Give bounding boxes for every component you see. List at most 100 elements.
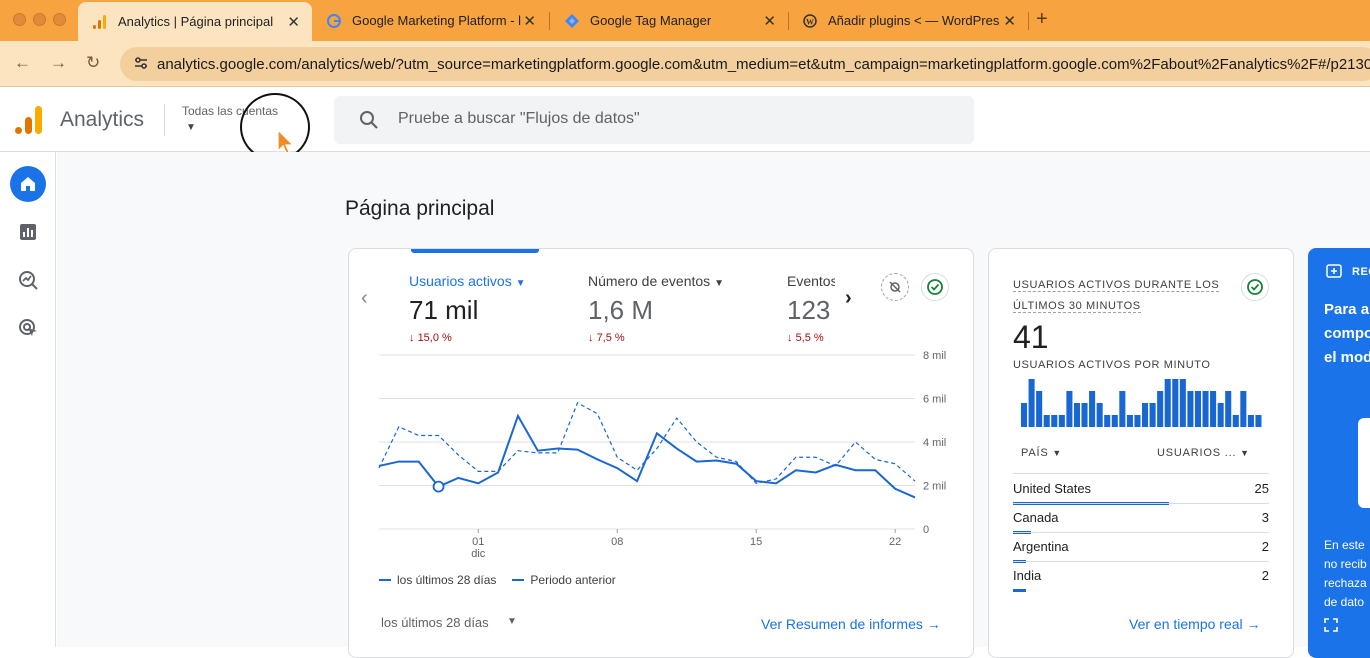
minute-bar	[1089, 391, 1096, 427]
reload-icon[interactable]: ↻	[86, 53, 100, 73]
forward-arrow-icon[interactable]: →	[50, 53, 67, 73]
insights-icon[interactable]	[881, 273, 909, 301]
explore-icon[interactable]	[10, 262, 46, 298]
view-reports-label: Ver Resumen de informes	[761, 616, 923, 632]
browser-tab-analytics[interactable]: Analytics | Página principal ✕	[78, 2, 312, 41]
tab-close-icon[interactable]: ✕	[763, 12, 776, 30]
new-tab-icon[interactable]: +	[1036, 8, 1048, 31]
minute-bar	[1194, 391, 1201, 427]
metric-value: 123	[787, 295, 831, 325]
analytics-header: Analytics Todas las cuentas ▼ Pruebe a b…	[0, 88, 1370, 152]
realtime-card: USUARIOS ACTIVOS DURANTE LOS ÚLTIMOS 30 …	[988, 248, 1294, 658]
view-reports-link[interactable]: Ver Resumen de informes →	[761, 616, 941, 632]
minute-bar	[1255, 415, 1262, 427]
caret-down-icon: ▼	[1052, 448, 1063, 458]
recommendation-icon	[1326, 264, 1342, 285]
minute-bar	[1149, 403, 1156, 427]
minute-bar	[1217, 403, 1224, 427]
page-title: Página principal	[345, 197, 495, 220]
search-bar[interactable]: Pruebe a buscar "Flujos de datos"	[334, 96, 974, 144]
arrow-right-icon: →	[1246, 616, 1261, 632]
table-divider	[1013, 532, 1269, 533]
table-divider	[1013, 473, 1269, 474]
chevron-right-icon[interactable]: ›	[845, 287, 852, 310]
minute-bar	[1126, 415, 1133, 427]
svg-text:W: W	[806, 17, 814, 26]
users-cell: 3	[1261, 510, 1269, 525]
per-minute-bar-chart	[1021, 379, 1262, 427]
window-zoom-button[interactable]	[53, 13, 66, 26]
browser-tab-marketing-platform[interactable]: Google Marketing Platform - l ✕	[312, 0, 548, 41]
browser-tab-wordpress[interactable]: W Añadir plugins < — WordPres ✕	[788, 0, 1028, 41]
minute-bar	[1119, 391, 1126, 427]
y-tick-label: 4 mil	[923, 437, 946, 449]
metric-value: 1,6 M	[588, 295, 654, 325]
minute-bar	[1043, 415, 1050, 427]
users-header-label: USUARIOS ...	[1157, 447, 1237, 459]
date-range-selector[interactable]: los últimos 28 días	[381, 615, 489, 630]
recommendation-body: Para a compo el mod	[1324, 298, 1370, 370]
minute-bar	[1172, 379, 1179, 427]
minute-bar	[1232, 415, 1239, 427]
app-name[interactable]: Analytics	[60, 108, 144, 132]
minute-bar	[1096, 403, 1103, 427]
caret-down-icon: ▼	[714, 278, 724, 289]
back-arrow-icon[interactable]: ←	[14, 53, 31, 73]
minute-bar	[1073, 403, 1080, 427]
browser-tab-tag-manager[interactable]: Google Tag Manager ✕	[550, 0, 788, 41]
minute-bar	[1134, 415, 1141, 427]
arrow-down-icon: ↓	[409, 332, 415, 344]
table-divider	[1013, 561, 1269, 562]
country-cell: India	[1013, 568, 1042, 583]
tab-close-icon[interactable]: ✕	[523, 12, 536, 30]
metric-tab-event-count[interactable]: Número de eventos ▼ 1,6 M ↓ 7,5 %	[588, 273, 724, 344]
foot-line: rechaza	[1324, 576, 1367, 590]
cursor-highlight-ring	[240, 93, 310, 161]
check-circle-icon[interactable]	[1241, 273, 1269, 301]
tab-title: Google Tag Manager	[590, 13, 712, 28]
country-header-label: PAÍS	[1021, 447, 1049, 459]
reports-icon[interactable]	[10, 214, 46, 250]
address-bar[interactable]: analytics.google.com/analytics/web/?utm_…	[120, 47, 1370, 81]
recommendation-card[interactable]: REC Para a compo el mod En este no recib…	[1308, 248, 1370, 658]
caret-down-icon[interactable]: ▼	[186, 122, 196, 133]
selected-metric-indicator	[411, 249, 539, 253]
recommendation-footer: En este no recib rechaza de dato	[1324, 536, 1367, 612]
window-close-button[interactable]	[13, 13, 26, 26]
country-cell: United States	[1013, 481, 1092, 496]
tab-close-icon[interactable]: ✕	[287, 13, 300, 31]
users-column-header[interactable]: USUARIOS ... ▼	[1157, 447, 1250, 459]
metric-delta: 5,5 %	[795, 332, 824, 344]
minute-bar	[1187, 391, 1194, 427]
x-tick-label: 22	[889, 536, 901, 548]
body-line: Para a	[1324, 301, 1370, 318]
metric-delta: 7,5 %	[596, 332, 625, 344]
chevron-left-icon[interactable]: ‹	[361, 287, 368, 310]
minute-bar	[1142, 403, 1149, 427]
window-minimize-button[interactable]	[33, 13, 46, 26]
hover-point	[432, 480, 445, 493]
active-users-line-chart: 8 mil 6 mil 4 mil 2 mil 0 01dic 08 15 22	[378, 350, 946, 560]
chart-legend: los últimos 28 días Periodo anterior	[379, 573, 616, 587]
caret-down-icon: ▼	[515, 278, 526, 289]
share-bar	[1013, 589, 1026, 592]
caret-down-icon: ▼	[1240, 448, 1250, 458]
header-divider	[164, 104, 165, 136]
tab-close-icon[interactable]: ✕	[1003, 12, 1016, 30]
check-circle-icon[interactable]	[921, 273, 949, 301]
view-realtime-link[interactable]: Ver en tiempo real →	[1129, 616, 1261, 632]
home-icon[interactable]	[10, 166, 46, 202]
minute-bar	[1036, 391, 1043, 427]
caret-down-icon[interactable]: ▼	[507, 616, 517, 627]
fullscreen-icon[interactable]	[1324, 618, 1338, 637]
metric-label: Usuarios activos	[409, 273, 512, 289]
metric-tab-events[interactable]: Eventos 123 ↓ 5,5 %	[787, 273, 835, 344]
minute-bar	[1225, 391, 1232, 427]
metric-tab-active-users[interactable]: Usuarios activos ▼ 71 mil ↓ 15,0 %	[409, 273, 526, 344]
advertising-icon[interactable]	[10, 310, 46, 346]
google-g-icon	[326, 13, 342, 29]
country-column-header[interactable]: PAÍS ▼	[1021, 447, 1062, 459]
legend-dashed-swatch	[512, 579, 525, 581]
analytics-logo-icon[interactable]	[15, 104, 43, 134]
site-settings-icon[interactable]	[133, 55, 149, 74]
